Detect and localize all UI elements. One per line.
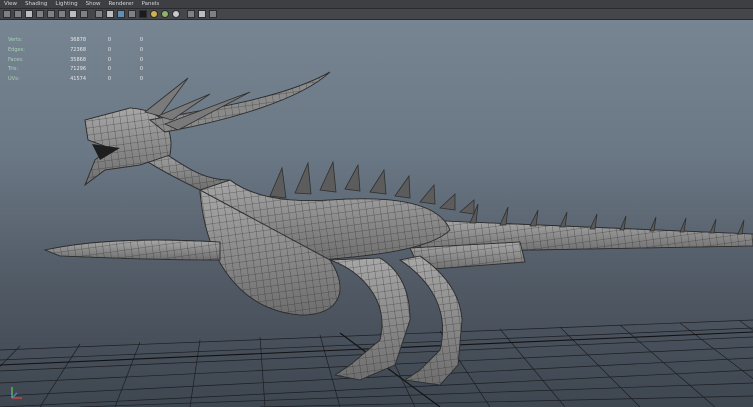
xray-joints-icon[interactable] xyxy=(209,10,217,18)
safe-title-icon[interactable] xyxy=(80,10,88,18)
menu-show[interactable]: Show xyxy=(82,0,105,8)
field-chart-icon[interactable] xyxy=(58,10,66,18)
hud-value: 72368 xyxy=(70,46,86,53)
wireframe-icon[interactable] xyxy=(95,10,103,18)
hud-row-verts: Verts: 36878 0 0 xyxy=(8,36,143,46)
hud-value: 71296 xyxy=(70,66,86,73)
hud-row-uvs: UVs: 41574 0 0 xyxy=(8,75,143,85)
camera-icon[interactable] xyxy=(3,10,11,18)
menu-panels[interactable]: Panels xyxy=(138,0,164,8)
grid-icon[interactable] xyxy=(36,10,44,18)
panel-toolbar xyxy=(0,9,753,20)
default-light-icon[interactable] xyxy=(172,10,180,18)
menu-view[interactable]: View xyxy=(0,0,21,8)
resolution-gate-icon[interactable] xyxy=(47,10,55,18)
bookmark-icon[interactable] xyxy=(25,10,33,18)
dragon-mesh xyxy=(43,71,753,386)
safe-action-icon[interactable] xyxy=(69,10,77,18)
menu-shading[interactable]: Shading xyxy=(21,0,51,8)
wireframe-on-shaded-icon[interactable] xyxy=(117,10,125,18)
hud-label: Verts: xyxy=(8,37,23,43)
hud-value: 0 xyxy=(139,76,143,83)
hud-value: 0 xyxy=(107,56,111,63)
film-icon[interactable] xyxy=(14,10,22,18)
hud-label: Tris: xyxy=(8,66,19,73)
textured-icon[interactable] xyxy=(128,10,136,18)
hud-row-edges: Edges: 72368 0 0 xyxy=(8,46,143,56)
hud-value: 0 xyxy=(139,56,143,63)
hud-value: 36878 xyxy=(70,37,86,43)
hud-value: 0 xyxy=(139,66,143,73)
shaded-icon[interactable] xyxy=(106,10,114,18)
hud-label: Faces: xyxy=(8,56,24,63)
xray-icon[interactable] xyxy=(198,10,206,18)
light-icon[interactable] xyxy=(150,10,158,18)
hud-value: 0 xyxy=(107,66,111,73)
poly-count-hud: Verts: 36878 0 0 Edges: 72368 0 0 Faces:… xyxy=(8,36,143,85)
axis-gizmo-icon xyxy=(11,387,22,399)
hud-row-faces: Faces: 35868 0 0 xyxy=(8,56,143,66)
menu-lighting[interactable]: Lighting xyxy=(51,0,81,8)
isolate-icon[interactable] xyxy=(187,10,195,18)
panel-menubar: View Shading Lighting Show Renderer Pane… xyxy=(0,0,753,9)
hud-value: 41574 xyxy=(70,76,86,83)
hud-label: Edges: xyxy=(8,46,25,53)
viewport-3d[interactable]: Verts: 36878 0 0 Edges: 72368 0 0 Faces:… xyxy=(0,20,753,407)
hud-value: 0 xyxy=(139,46,143,53)
hud-value: 0 xyxy=(107,46,111,53)
hud-value: 35868 xyxy=(70,56,86,63)
maya-window: View Shading Lighting Show Renderer Pane… xyxy=(0,0,753,407)
shadow-icon[interactable] xyxy=(161,10,169,18)
checker-icon[interactable] xyxy=(139,10,147,18)
hud-value: 0 xyxy=(107,76,111,83)
hud-value: 0 xyxy=(107,37,111,43)
menu-renderer[interactable]: Renderer xyxy=(104,0,137,8)
hud-label: UVs: xyxy=(8,76,20,83)
hud-row-tris: Tris: 71296 0 0 xyxy=(8,65,143,75)
hud-value: 0 xyxy=(139,37,143,43)
